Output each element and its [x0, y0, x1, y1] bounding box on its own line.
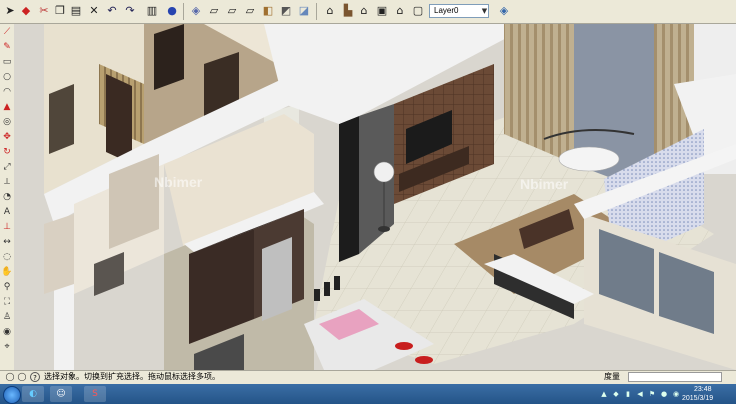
- bed-area: [44, 214, 74, 294]
- watermark-left: Nbimer: [154, 174, 203, 190]
- protractor-tool-icon[interactable]: ◔: [1, 191, 13, 203]
- scale-tool-icon[interactable]: ⤢: [1, 161, 13, 173]
- refrigerator: [262, 237, 292, 321]
- layer-select-value: Layer0: [434, 6, 459, 15]
- tray-icon[interactable]: ◉: [672, 390, 680, 398]
- help-icon[interactable]: ?: [30, 372, 40, 382]
- watermark-right: Nbimer: [520, 176, 569, 192]
- front-view-icon[interactable]: ▱: [224, 3, 240, 19]
- paste-icon[interactable]: ▤: [68, 3, 84, 19]
- house-icon-1[interactable]: ⌂: [322, 3, 338, 19]
- tape-measure-tool-icon[interactable]: ⟂: [1, 176, 13, 188]
- shaded-style-icon[interactable]: ◩: [278, 3, 294, 19]
- house-icon-5[interactable]: ⌂: [392, 3, 408, 19]
- chevron-down-icon[interactable]: ▼: [481, 5, 488, 17]
- look-around-tool-icon[interactable]: ◉: [1, 326, 13, 338]
- wall-art: [49, 84, 74, 154]
- move-tool-icon[interactable]: ✥: [1, 131, 13, 143]
- network-icon[interactable]: ▮: [624, 390, 632, 398]
- measurements-input[interactable]: [628, 372, 722, 382]
- house-icon-4[interactable]: ▣: [374, 3, 390, 19]
- door-upper-mid: [154, 24, 184, 90]
- floor-lamp-base: [378, 226, 390, 232]
- status-hint-text: 选择对象。切换到扩充选择。拖动鼠标选择多项。: [44, 372, 220, 381]
- pan-tool-icon[interactable]: ✋: [1, 266, 13, 278]
- delete-icon[interactable]: ✕: [86, 3, 102, 19]
- copy-icon[interactable]: ❐: [52, 3, 68, 19]
- flag-icon[interactable]: ⚑: [648, 390, 656, 398]
- select-arrow-icon[interactable]: ➤: [2, 3, 18, 19]
- rectangle-tool-icon[interactable]: ▭: [1, 56, 13, 68]
- zoom-tool-icon[interactable]: ⚲: [1, 281, 13, 293]
- measurements-label: 度量: [604, 372, 620, 381]
- chrome-app-icon[interactable]: ◐: [22, 386, 44, 402]
- line-tool-icon[interactable]: ⟋: [1, 26, 13, 38]
- black-column: [339, 116, 359, 262]
- start-orb-icon[interactable]: [3, 386, 21, 404]
- windows-taskbar: ◐ ☺ S ▲ ◆ ▮ ◀ ⚑ ● ◉: [0, 384, 736, 404]
- model-info-icon[interactable]: ●: [164, 3, 180, 19]
- offset-tool-icon[interactable]: ◎: [1, 116, 13, 128]
- kitchen-jar: [314, 289, 320, 301]
- print-icon[interactable]: ▥: [144, 3, 160, 19]
- layer-manager-icon[interactable]: ◈: [496, 3, 512, 19]
- cut-icon[interactable]: ✂: [36, 3, 52, 19]
- clock-time[interactable]: 23:48: [694, 386, 712, 393]
- clock-date[interactable]: 2015/3/19: [682, 395, 713, 402]
- floor-lamp-shade: [373, 161, 395, 183]
- toolbar-separator: [183, 3, 184, 20]
- push-pull-tool-icon[interactable]: ▲: [1, 101, 13, 113]
- top-view-icon[interactable]: ▱: [206, 3, 222, 19]
- monochrome-style-icon[interactable]: ◪: [296, 3, 312, 19]
- circle-tool-icon[interactable]: ○: [1, 71, 13, 83]
- model-viewport[interactable]: Nbimer Nbimer: [14, 24, 736, 370]
- dimension-tool-icon[interactable]: ↔: [1, 236, 13, 248]
- eraser-icon[interactable]: ◆: [18, 3, 34, 19]
- undo-icon[interactable]: ↶: [104, 3, 120, 19]
- main-toolbar: ➤ ◆ ✂ ❐ ▤ ✕ ↶ ↷ ▥ ● ◈ ▱ ▱ ▱ ◧ ◩ ◪ ⌂ ▙ ⌂ …: [0, 0, 736, 24]
- right-view-icon[interactable]: ▱: [242, 3, 258, 19]
- left-toolbar: ⟋ ✎ ▭ ○ ◠ ▲ ◎ ✥ ↻ ⤢ ⟂ ◔ A ⊥ ↔ ◌ ✋ ⚲ ⛶ ♙ …: [0, 24, 15, 370]
- house-icon-2[interactable]: ▙: [340, 3, 356, 19]
- toolbar-separator: [316, 3, 317, 20]
- layer-select[interactable]: Layer0: [429, 4, 489, 18]
- bar-stool: [395, 342, 413, 350]
- orbit-tool-icon[interactable]: ◌: [1, 251, 13, 263]
- tray-icon[interactable]: ●: [660, 390, 668, 398]
- bedroom-door: [106, 74, 132, 164]
- house-icon-3[interactable]: ⌂: [356, 3, 372, 19]
- position-camera-tool-icon[interactable]: ⌖: [1, 341, 13, 353]
- person-app-icon[interactable]: ☺: [50, 386, 72, 402]
- redo-icon[interactable]: ↷: [122, 3, 138, 19]
- zoom-extents-tool-icon[interactable]: ⛶: [1, 296, 13, 308]
- iso-view-icon[interactable]: ◈: [188, 3, 204, 19]
- credits-icon[interactable]: ◯: [14, 369, 30, 385]
- kitchen-jar: [324, 282, 330, 296]
- bar-stool: [415, 356, 433, 364]
- sketchup-app-icon[interactable]: S: [84, 386, 106, 402]
- dining-table: [558, 146, 620, 172]
- floorplan-render: [14, 24, 736, 370]
- tray-icon[interactable]: ◆: [612, 390, 620, 398]
- status-bar: ◯ ◯ ? 选择对象。切换到扩充选择。拖动鼠标选择多项。 度量: [0, 370, 736, 384]
- arc-tool-icon[interactable]: ◠: [1, 86, 13, 98]
- walk-tool-icon[interactable]: ♙: [1, 311, 13, 323]
- house-icon-6[interactable]: ▢: [410, 3, 426, 19]
- text-tool-icon[interactable]: A: [1, 206, 13, 218]
- rotate-tool-icon[interactable]: ↻: [1, 146, 13, 158]
- volume-icon[interactable]: ◀: [636, 390, 644, 398]
- axes-tool-icon[interactable]: ⊥: [1, 221, 13, 233]
- kitchen-jar: [334, 276, 340, 290]
- tray-icon[interactable]: ▲: [600, 390, 608, 398]
- shaded-texture-style-icon[interactable]: ◧: [260, 3, 276, 19]
- pencil-tool-icon[interactable]: ✎: [1, 41, 13, 53]
